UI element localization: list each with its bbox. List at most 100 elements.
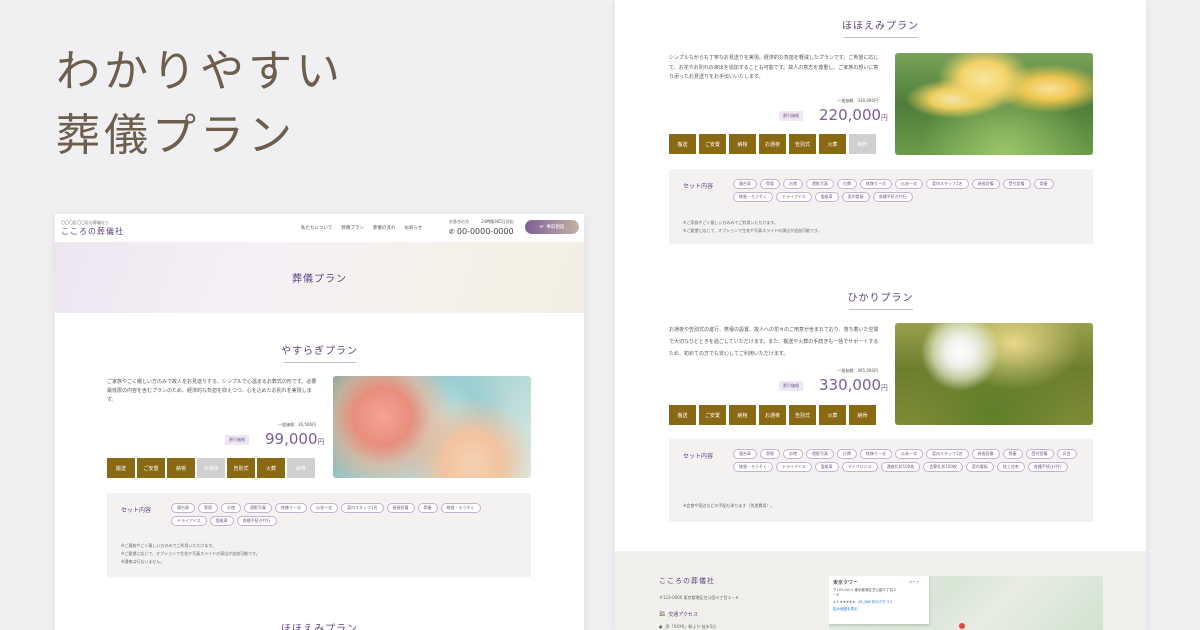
set-tags: 寝台車 祭壇 お棺 遺影写真 位牌 枕飾り一式 仏衣一式 案内スタッフ1名 焼香設備 骨壷 受付設備… <box>733 449 1083 472</box>
map-rating: 4.5 ★★★★★ <box>833 600 856 604</box>
set-note: ※ご遺族やごく親しい方のみでご利用いただけます。 <box>121 543 216 548</box>
pin-icon: ● <box>659 624 663 629</box>
map-route-link[interactable]: ルート <box>909 580 920 585</box>
flow-step: 納棺 <box>729 134 756 154</box>
set-tag: 祭壇 <box>198 503 218 513</box>
set-tag: 受付設備 <box>1002 179 1031 189</box>
list-price: 一般価格：16,500円 <box>278 422 316 427</box>
set-tag: 焼香設備 <box>971 449 1000 459</box>
set-tag: ドライアイス <box>776 462 812 472</box>
footer-company: こころの葬儀社 <box>659 577 715 585</box>
access-label: 交通アクセス <box>668 612 698 618</box>
plan-hikari: ひかりプラン <box>615 289 1146 310</box>
flow-step: ご安置 <box>699 405 726 425</box>
map-reviews[interactable]: 81,266 件のクチコミ <box>858 600 892 605</box>
map-enlarge-link[interactable]: 拡大地図を表示 <box>833 607 925 612</box>
set-tag: 枕飾り一式 <box>275 503 307 513</box>
set-tag: 枕上花束 <box>996 462 1025 472</box>
consult-label: 事前相談 <box>546 225 565 230</box>
set-tag: 寝台車 <box>733 449 757 459</box>
set-tag: お棺 <box>221 503 241 513</box>
plan-price: 99,000円 <box>265 430 324 448</box>
nav-item-news[interactable]: お知らせ <box>404 225 422 231</box>
left-page-mockup: 〇〇〇区〇〇区の葬儀なら こころの葬儀社 私たちについて 葬儀プラン 葬儀の流れ… <box>55 214 584 630</box>
plan-description: お通夜や告別式の進行、祭壇の設置、故人への花々のご用意が含まれており、落ち着いた… <box>669 327 879 357</box>
set-tag: ドライアイス <box>171 516 207 526</box>
plan-title: ほほえみプラン <box>281 624 358 630</box>
set-tag: 枕飾り一式 <box>860 449 892 459</box>
set-tag: 霊柩車 <box>814 462 839 472</box>
set-tag: 寝台車 <box>733 179 757 189</box>
set-tag: 遺影写真 <box>806 449 834 459</box>
set-note: ※通夜は行ないません。 <box>121 559 165 564</box>
header-tel: お急ぎの方 24時間365日対応 ✆ 00-0000-0000 <box>449 219 514 236</box>
tel-hours: 24時間365日対応 <box>481 219 514 224</box>
consult-button[interactable]: ✉ 事前相談 <box>525 220 579 234</box>
flow-step: 納骨 <box>849 405 876 425</box>
set-label: セット内容 <box>683 183 714 190</box>
footer-address: 〒123-0000 東京都港区芝公園４丁目２−８ <box>659 595 739 600</box>
nav-item-plans[interactable]: 葬儀プラン <box>341 225 364 231</box>
set-tag: 各種手続き代行 <box>236 516 277 526</box>
plan-hohoemi-preview: ほほえみプラン <box>55 620 584 630</box>
set-tag: 仏衣一式 <box>310 503 338 513</box>
set-tag: 遺影写真 <box>244 503 272 513</box>
set-label: セット内容 <box>683 453 714 460</box>
plan-title-underline <box>848 309 913 310</box>
set-tag: 骨壷 <box>417 503 438 513</box>
flow-step: 火葬 <box>819 405 846 425</box>
set-tag: 位牌 <box>837 449 857 459</box>
set-tag: 各種手続き代行 <box>1027 462 1068 472</box>
tel-label: お急ぎの方 <box>449 219 469 224</box>
set-tag: 受付設備 <box>1025 449 1054 459</box>
set-tag: 霊柩車 <box>814 192 839 202</box>
plan-title: ほほえみプラン <box>842 21 919 32</box>
map-info-card: 東京タワー 〒105-0011 東京都港区芝公園４丁目２−８ 4.5 ★★★★★… <box>829 576 929 624</box>
set-tag: 骨壷 <box>1002 449 1023 459</box>
set-tag: 祭壇 <box>760 179 780 189</box>
set-tag: 寝台車 <box>171 503 195 513</box>
set-tag: 案内スタッフ1名 <box>926 179 969 189</box>
site-logo[interactable]: 〇〇〇区〇〇区の葬儀なら こころの葬儀社 <box>61 220 124 237</box>
set-tag: 案内スタッフ1名 <box>341 503 384 513</box>
tel-number[interactable]: 00-0000-0000 <box>457 227 514 236</box>
set-tag: 枕飾り一式 <box>860 179 892 189</box>
set-contents-box: セット内容 寝台車 祭壇 お棺 遺影写真 枕飾り一式 仏衣一式 案内スタッフ1名 焼香設備 骨壷… <box>107 493 531 577</box>
set-tag: 通夜礼状100枚 <box>880 462 921 472</box>
set-tag: 仏衣一式 <box>895 179 923 189</box>
discount-badge: 割引価格 <box>225 435 249 445</box>
nav-item-about[interactable]: 私たちについて <box>301 225 332 231</box>
flow-steps: 搬送 ご安置 納棺 お通夜 告別式 火葬 納骨 <box>669 134 876 154</box>
set-note: ※会食や宿泊などの手配も承ります（別途費用）。 <box>683 503 775 508</box>
set-tag: 祭壇 <box>760 449 780 459</box>
discount-badge: 割引価格 <box>779 381 803 391</box>
mail-icon: ✉ <box>539 224 544 230</box>
nav-item-flow[interactable]: 葬儀の流れ <box>373 225 396 231</box>
set-notes: ※ご家族やごく親しい方のみでご利用いただけます。 ※ご要望に応じて、オプションで生… <box>683 219 822 235</box>
set-tag: 司会 <box>1056 449 1077 459</box>
price-value: 220,000 <box>819 106 882 124</box>
price-unit: 円 <box>881 114 888 122</box>
flow-step: 納骨 <box>849 134 876 154</box>
plan-description: シンプルながらも丁寧なお見送りを実現。経済的な負担を軽減したプランです。ご希望に… <box>669 55 879 80</box>
flow-step: 納棺 <box>729 405 756 425</box>
flow-step: ご安置 <box>699 134 726 154</box>
site-header: 〇〇〇区〇〇区の葬儀なら こころの葬儀社 私たちについて 葬儀プラン 葬儀の流れ… <box>55 214 584 242</box>
station-text: JR「XXXX」駅より 徒歩5分 <box>665 624 717 629</box>
train-icon: 🚉 <box>659 611 666 617</box>
set-tag: 線香・ろうそく <box>733 192 773 202</box>
flow-steps: 搬送 ご安置 納棺 お通夜 告別式 火葬 納骨 <box>669 405 876 425</box>
set-notes: ※ご遺族やごく親しい方のみでご利用いただけます。 ※ご要望に応じて、オプションで生… <box>121 542 260 566</box>
google-map[interactable]: 東京タワー 〒105-0011 東京都港区芝公園４丁目２−８ 4.5 ★★★★★… <box>829 576 1103 630</box>
set-tags: 寝台車 祭壇 お棺 遺影写真 枕飾り一式 仏衣一式 案内スタッフ1名 焼香設備 骨壷 線香・ろうそ… <box>171 503 501 526</box>
set-tag: 焼香設備 <box>971 179 1000 189</box>
flow-step: 告別式 <box>789 134 816 154</box>
logo-name: こころの葬儀社 <box>61 226 124 236</box>
map-rating-row: 4.5 ★★★★★ 81,266 件のクチコミ <box>833 600 925 605</box>
plan-hohoemi: ほほえみプラン <box>615 17 1146 38</box>
headline: わかりやすい 葬儀プラン <box>56 40 344 168</box>
set-tag: お棺 <box>783 179 803 189</box>
right-page-mockup: ほほえみプラン シンプルながらも丁寧なお見送りを実現。経済的な負担を軽減したプラ… <box>615 0 1146 630</box>
set-label: セット内容 <box>121 507 152 514</box>
set-tag: 線香・ろうそく <box>733 462 773 472</box>
